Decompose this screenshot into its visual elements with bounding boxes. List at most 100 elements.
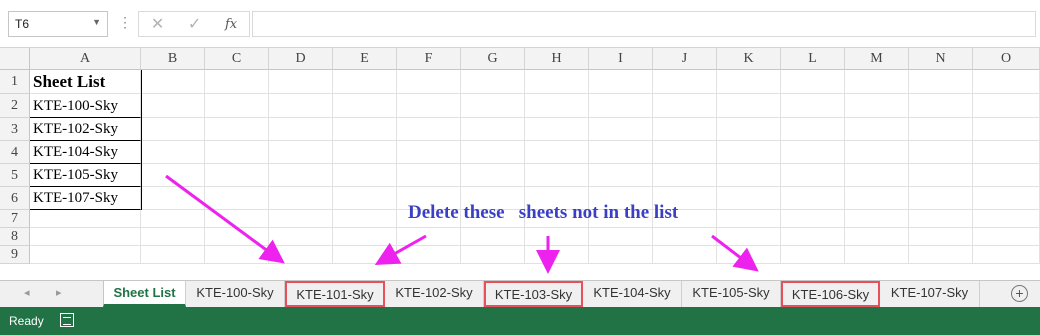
scroll-tabs-right-icon[interactable]: ▸: [56, 286, 62, 299]
cell-l2[interactable]: [781, 94, 845, 118]
chevron-down-icon[interactable]: ▼: [92, 17, 101, 27]
column-header-i[interactable]: I: [589, 48, 653, 70]
row-header-3[interactable]: 3: [0, 118, 30, 141]
cell-k7[interactable]: [717, 210, 781, 228]
cell-c8[interactable]: [205, 228, 269, 246]
sheet-tab-kte-106-sky[interactable]: KTE-106-Sky: [781, 281, 880, 307]
cell-d8[interactable]: [269, 228, 333, 246]
cell-k1[interactable]: [717, 70, 781, 94]
cell-f9[interactable]: [397, 246, 461, 264]
cell-a8[interactable]: [30, 228, 141, 246]
cell-h4[interactable]: [525, 141, 589, 164]
cell-d1[interactable]: [269, 70, 333, 94]
cell-i4[interactable]: [589, 141, 653, 164]
sheet-tab-kte-101-sky[interactable]: KTE-101-Sky: [285, 281, 385, 307]
add-sheet-icon[interactable]: +: [1011, 285, 1028, 302]
sheet-tab-kte-107-sky[interactable]: KTE-107-Sky: [880, 281, 980, 307]
cell-b7[interactable]: [141, 210, 205, 228]
cell-n6[interactable]: [909, 187, 973, 210]
cell-k6[interactable]: [717, 187, 781, 210]
cell-j5[interactable]: [653, 164, 717, 187]
column-header-m[interactable]: M: [845, 48, 909, 70]
cell-n3[interactable]: [909, 118, 973, 141]
cell-j4[interactable]: [653, 141, 717, 164]
cell-a9[interactable]: [30, 246, 141, 264]
cell-l1[interactable]: [781, 70, 845, 94]
column-header-o[interactable]: O: [973, 48, 1040, 70]
cell-i2[interactable]: [589, 94, 653, 118]
cell-b8[interactable]: [141, 228, 205, 246]
cell-l3[interactable]: [781, 118, 845, 141]
cell-f1[interactable]: [397, 70, 461, 94]
column-header-h[interactable]: H: [525, 48, 589, 70]
cell-f2[interactable]: [397, 94, 461, 118]
cell-d6[interactable]: [269, 187, 333, 210]
cell-j9[interactable]: [653, 246, 717, 264]
cell-k2[interactable]: [717, 94, 781, 118]
column-header-a[interactable]: A: [30, 48, 141, 70]
cell-l5[interactable]: [781, 164, 845, 187]
cell-f8[interactable]: [397, 228, 461, 246]
cell-k9[interactable]: [717, 246, 781, 264]
cell-g9[interactable]: [461, 246, 525, 264]
cell-d7[interactable]: [269, 210, 333, 228]
cell-c6[interactable]: [205, 187, 269, 210]
cell-o8[interactable]: [973, 228, 1040, 246]
cell-g5[interactable]: [461, 164, 525, 187]
cell-h9[interactable]: [525, 246, 589, 264]
cell-i1[interactable]: [589, 70, 653, 94]
enter-icon[interactable]: ✓: [188, 14, 201, 34]
cell-m6[interactable]: [845, 187, 909, 210]
cell-o2[interactable]: [973, 94, 1040, 118]
column-header-j[interactable]: J: [653, 48, 717, 70]
cell-l9[interactable]: [781, 246, 845, 264]
cell-h2[interactable]: [525, 94, 589, 118]
cell-c1[interactable]: [205, 70, 269, 94]
cell-o6[interactable]: [973, 187, 1040, 210]
cell-l4[interactable]: [781, 141, 845, 164]
cell-l6[interactable]: [781, 187, 845, 210]
sheet-tab-kte-102-sky[interactable]: KTE-102-Sky: [385, 281, 484, 307]
cell-n2[interactable]: [909, 94, 973, 118]
row-header-6[interactable]: 6: [0, 187, 30, 210]
cell-e7[interactable]: [333, 210, 397, 228]
cell-b6[interactable]: [141, 187, 205, 210]
cell-k3[interactable]: [717, 118, 781, 141]
row-header-7[interactable]: 7: [0, 210, 30, 228]
row-header-9[interactable]: 9: [0, 246, 30, 264]
cell-l8[interactable]: [781, 228, 845, 246]
cell-m8[interactable]: [845, 228, 909, 246]
cancel-icon[interactable]: ✕: [151, 14, 164, 34]
cell-g3[interactable]: [461, 118, 525, 141]
cell-k5[interactable]: [717, 164, 781, 187]
column-header-e[interactable]: E: [333, 48, 397, 70]
column-header-n[interactable]: N: [909, 48, 973, 70]
cell-n7[interactable]: [909, 210, 973, 228]
cell-k4[interactable]: [717, 141, 781, 164]
row-header-1[interactable]: 1: [0, 70, 30, 94]
cell-j3[interactable]: [653, 118, 717, 141]
cell-n9[interactable]: [909, 246, 973, 264]
cell-d5[interactable]: [269, 164, 333, 187]
sheet-tab-kte-104-sky[interactable]: KTE-104-Sky: [583, 281, 682, 307]
cell-d4[interactable]: [269, 141, 333, 164]
cell-e5[interactable]: [333, 164, 397, 187]
cell-g8[interactable]: [461, 228, 525, 246]
cell-h8[interactable]: [525, 228, 589, 246]
cell-e1[interactable]: [333, 70, 397, 94]
cell-c4[interactable]: [205, 141, 269, 164]
cell-k8[interactable]: [717, 228, 781, 246]
cell-o7[interactable]: [973, 210, 1040, 228]
cell-c3[interactable]: [205, 118, 269, 141]
cell-i9[interactable]: [589, 246, 653, 264]
cell-e6[interactable]: [333, 187, 397, 210]
cell-o5[interactable]: [973, 164, 1040, 187]
cell-b3[interactable]: [141, 118, 205, 141]
cell-d3[interactable]: [269, 118, 333, 141]
cell-a7[interactable]: [30, 210, 141, 228]
cell-c7[interactable]: [205, 210, 269, 228]
cell-n5[interactable]: [909, 164, 973, 187]
row-header-8[interactable]: 8: [0, 228, 30, 246]
macro-record-icon[interactable]: [60, 313, 74, 327]
row-header-4[interactable]: 4: [0, 141, 30, 164]
